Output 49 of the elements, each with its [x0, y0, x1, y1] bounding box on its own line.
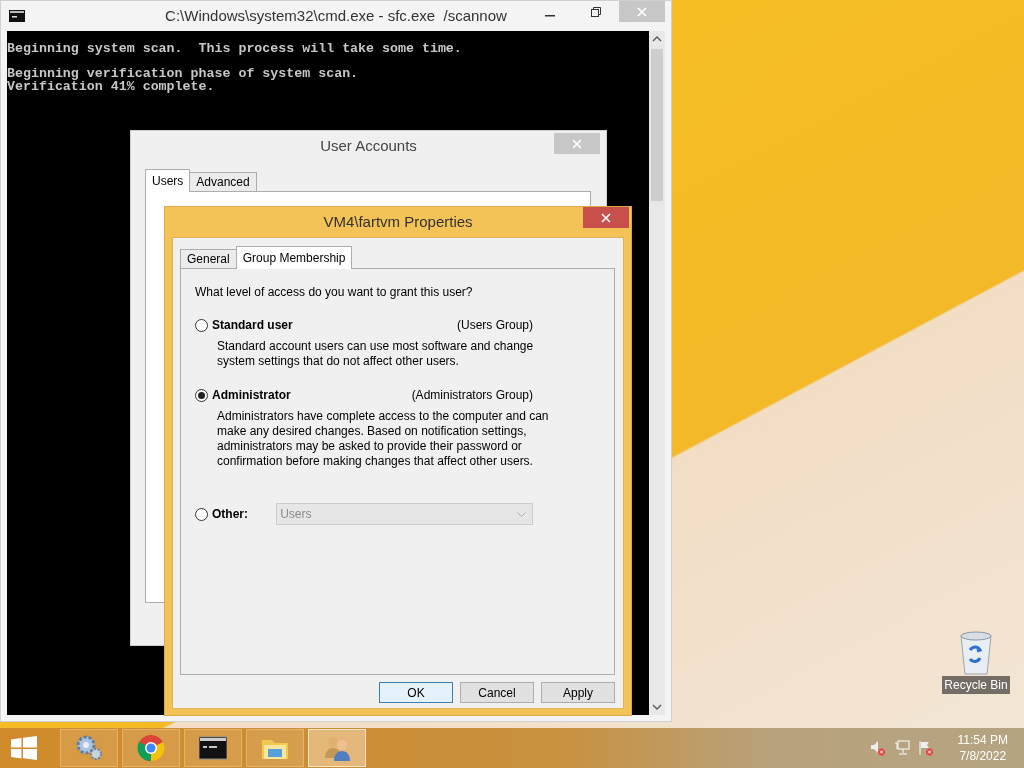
tab[interactable]: Advanced: [189, 172, 257, 191]
close-icon: [637, 6, 647, 17]
minimize-icon: [545, 14, 555, 17]
gears-icon: [75, 734, 103, 762]
question-text: What level of access do you want to grant this user?: [195, 284, 474, 301]
scroll-down-icon[interactable]: [652, 704, 662, 710]
radio-button[interactable]: [195, 388, 208, 402]
flag-icon[interactable]: [917, 740, 934, 756]
console-text: Beginning system scan. This process will take some time.: [7, 42, 463, 55]
option-label[interactable]: Administrator: [212, 386, 291, 404]
scrollbar[interactable]: [649, 31, 665, 715]
chevron-down-icon: [517, 511, 526, 517]
tab[interactable]: Users: [145, 169, 191, 192]
option-label[interactable]: Standard user: [212, 316, 293, 334]
clock-date: 7/8/2022: [958, 748, 1008, 764]
radio-button[interactable]: [195, 507, 208, 521]
windows-logo-icon[interactable]: [11, 736, 37, 760]
muted-speaker-icon[interactable]: [869, 740, 886, 756]
users-icon: [323, 734, 351, 762]
window-title: User Accounts: [320, 135, 417, 156]
network-icon[interactable]: [893, 740, 910, 756]
desktop-icon-label[interactable]: Recycle Bin: [942, 676, 1010, 694]
dialog-button[interactable]: Apply: [541, 682, 615, 703]
group-label: (Users Group): [457, 317, 533, 334]
console-icon: [199, 734, 227, 762]
scroll-up-icon[interactable]: [652, 36, 662, 42]
dialog-button[interactable]: OK: [379, 682, 453, 703]
restore-icon: [591, 6, 601, 17]
browser-icon: [137, 734, 165, 762]
console-icon: [9, 10, 25, 22]
close-icon: [601, 212, 611, 223]
option-label[interactable]: Other:: [212, 505, 277, 523]
taskbar-button[interactable]: [184, 729, 242, 767]
clock-time: 11:54 PM: [957, 732, 1008, 748]
window-title: VM4\fartvm Properties: [323, 211, 473, 232]
dialog-button[interactable]: Cancel: [460, 682, 534, 703]
close-button[interactable]: [583, 207, 629, 228]
option-description: Standard account users can use most software and change system settings that do not affect other users.: [217, 339, 535, 369]
console-text: Beginning verification phase of system scan.: [7, 67, 360, 80]
group-label: (Administrators Group): [411, 387, 533, 404]
option-description: Administrators have complete access to the computer and can make any desired changes. Based on notification settings, administrators may be asked to provide their password or confirmation before making changes that affect other users.: [217, 409, 550, 469]
tab[interactable]: Group Membership: [235, 246, 353, 269]
console-text: Verification 41% complete.: [7, 80, 215, 93]
tab[interactable]: General: [180, 249, 237, 268]
close-icon: [572, 138, 582, 149]
scroll-thumb[interactable]: [651, 49, 663, 201]
recycle-bin-icon[interactable]: [958, 630, 994, 676]
window-title: C:\Windows\system32\cmd.exe - sfc.exe /scannow: [165, 5, 507, 26]
radio-button[interactable]: [195, 318, 208, 332]
